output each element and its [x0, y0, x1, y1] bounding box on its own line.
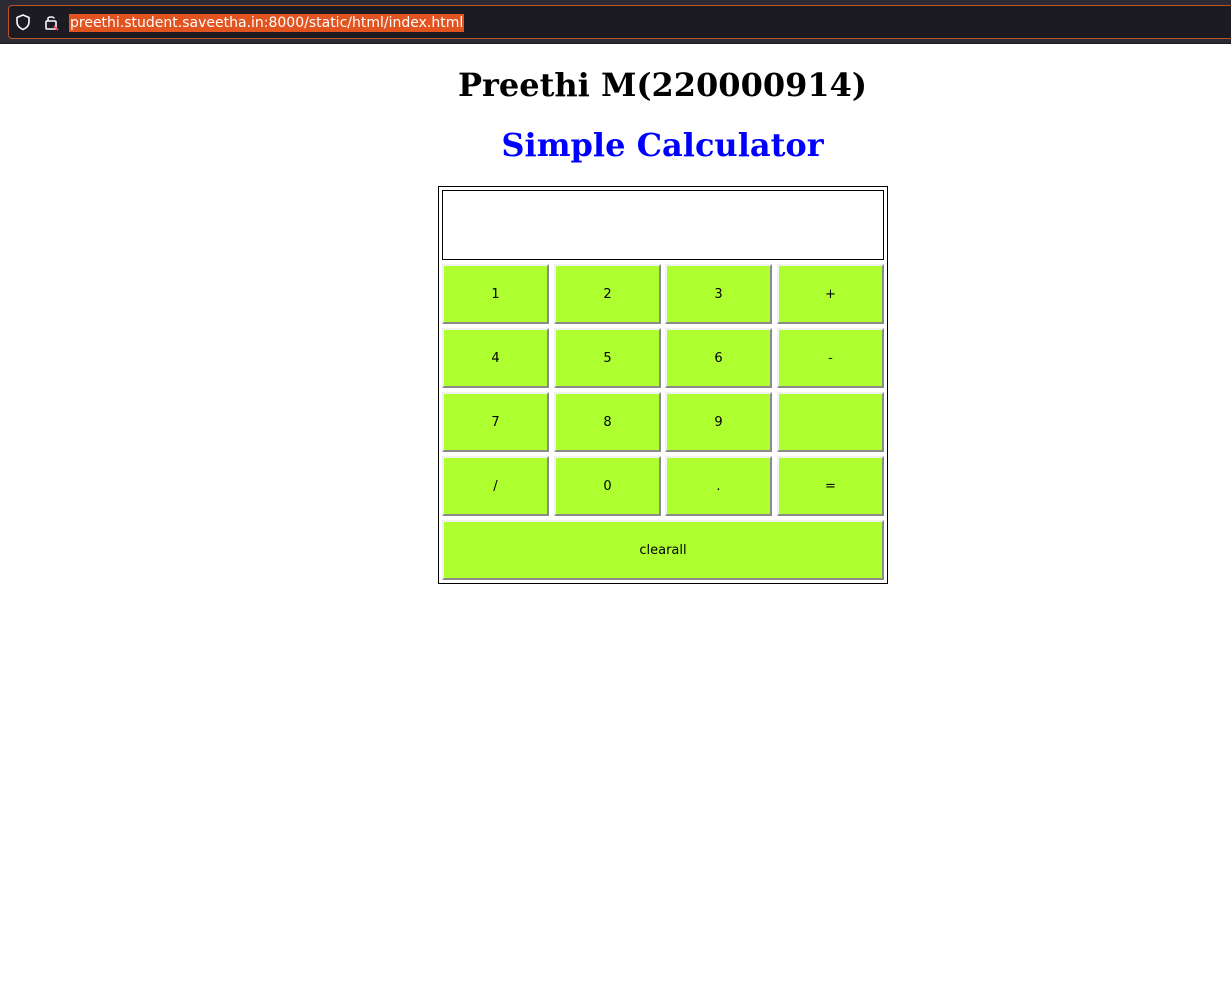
shield-icon[interactable]: [14, 13, 32, 31]
calculator-display[interactable]: [442, 190, 884, 260]
key-3[interactable]: 3: [665, 264, 772, 324]
lock-icon[interactable]: [42, 13, 60, 31]
key-4[interactable]: 4: [442, 328, 549, 388]
key-blank[interactable]: [777, 392, 884, 452]
key-decimal[interactable]: .: [665, 456, 772, 516]
calculator: 1 2 3 + 4 5 6 - 7 8 9 / 0 . = clearall: [438, 186, 888, 584]
key-2[interactable]: 2: [554, 264, 661, 324]
key-6[interactable]: 6: [665, 328, 772, 388]
key-1[interactable]: 1: [442, 264, 549, 324]
page-content: Preethi M(220000914) Simple Calculator 1…: [0, 44, 1231, 1008]
student-heading: Preethi M(220000914): [457, 66, 868, 104]
key-5[interactable]: 5: [554, 328, 661, 388]
key-0[interactable]: 0: [554, 456, 661, 516]
key-8[interactable]: 8: [554, 392, 661, 452]
url-text[interactable]: preethi.student.saveetha.in:8000/static/…: [69, 14, 465, 32]
key-7[interactable]: 7: [442, 392, 549, 452]
key-divide[interactable]: /: [442, 456, 549, 516]
key-equals[interactable]: =: [777, 456, 884, 516]
key-minus[interactable]: -: [777, 328, 884, 388]
page-title: Simple Calculator: [501, 126, 824, 164]
key-plus[interactable]: +: [777, 264, 884, 324]
clearall-button[interactable]: clearall: [442, 520, 884, 580]
browser-toolbar: preethi.student.saveetha.in:8000/static/…: [0, 0, 1231, 44]
key-9[interactable]: 9: [665, 392, 772, 452]
